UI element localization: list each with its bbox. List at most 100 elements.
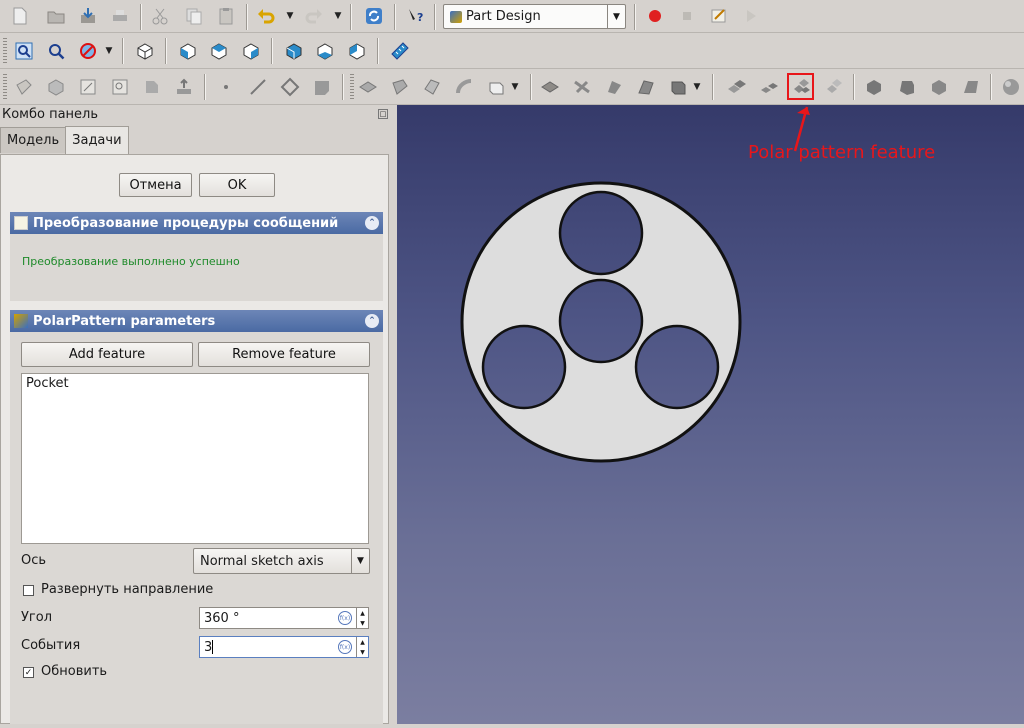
cancel-button[interactable]: Отмена <box>119 173 192 197</box>
tab-model[interactable]: Модель <box>0 127 67 153</box>
measure-icon[interactable] <box>388 39 412 63</box>
print-icon[interactable] <box>108 4 132 28</box>
bottom-view-icon[interactable] <box>313 39 337 63</box>
undock-icon[interactable]: □ <box>378 109 388 119</box>
additive-pipe-icon[interactable] <box>452 75 476 99</box>
cut-icon[interactable] <box>148 4 172 28</box>
separator <box>271 38 273 64</box>
add-feature-button[interactable]: Add feature <box>21 342 193 367</box>
reverse-checkbox[interactable] <box>23 585 34 596</box>
refresh-icon[interactable] <box>362 4 386 28</box>
open-icon[interactable] <box>44 4 68 28</box>
draw-style-icon[interactable] <box>76 39 100 63</box>
redo-icon[interactable] <box>302 4 326 28</box>
left-view-icon[interactable] <box>345 39 369 63</box>
occurrences-input[interactable]: 3 f(x) ▲ ▼ <box>199 636 369 658</box>
expression-icon[interactable]: f(x) <box>338 640 352 654</box>
macro-record-icon[interactable] <box>643 4 667 28</box>
list-item[interactable]: Pocket <box>26 376 69 391</box>
undo-dropdown-icon[interactable]: ▼ <box>285 4 295 28</box>
edit-sketch-icon[interactable] <box>108 75 132 99</box>
new-icon[interactable] <box>8 4 32 28</box>
separator <box>853 74 855 100</box>
primitive-dropdown-icon[interactable]: ▼ <box>510 75 520 99</box>
collapse-icon[interactable]: ⌃ <box>365 216 379 230</box>
remove-feature-button[interactable]: Remove feature <box>198 342 370 367</box>
groove-icon[interactable] <box>602 75 626 99</box>
datum-point-icon[interactable] <box>214 75 238 99</box>
polar-section-header[interactable]: PolarPattern parameters ⌃ <box>10 310 383 332</box>
feature-list[interactable]: Pocket <box>21 373 369 544</box>
fit-selection-icon[interactable] <box>44 39 68 63</box>
expression-icon[interactable]: f(x) <box>338 611 352 625</box>
combo-panel: Комбо панель □ Модель Задачи Отмена OK П… <box>0 105 396 724</box>
polar-section-title: PolarPattern parameters <box>33 313 216 329</box>
hole-icon[interactable] <box>570 75 594 99</box>
draw-style-dropdown-icon[interactable]: ▼ <box>104 39 114 63</box>
shape-binder-icon[interactable] <box>310 75 334 99</box>
subtractive-dropdown-icon[interactable]: ▼ <box>692 75 702 99</box>
rear-view-icon[interactable] <box>282 39 306 63</box>
linear-pattern-icon[interactable] <box>757 75 781 99</box>
draft-icon[interactable] <box>927 75 951 99</box>
additive-primitive-icon[interactable] <box>484 75 508 99</box>
paste-icon[interactable] <box>214 4 238 28</box>
pocket-icon[interactable] <box>538 75 562 99</box>
sphere-icon[interactable] <box>999 75 1023 99</box>
document-icon <box>14 216 28 230</box>
polar-pattern-icon[interactable] <box>787 73 814 100</box>
right-view-icon[interactable] <box>239 39 263 63</box>
chevron-down-icon[interactable]: ▼ <box>607 5 625 28</box>
undo-icon[interactable] <box>254 4 278 28</box>
map-sketch-icon[interactable] <box>140 75 164 99</box>
revolution-icon[interactable] <box>388 75 412 99</box>
copy-icon[interactable] <box>182 4 206 28</box>
macro-stop-icon[interactable] <box>675 4 699 28</box>
top-view-icon[interactable] <box>207 39 231 63</box>
subtractive-loft-icon[interactable] <box>634 75 658 99</box>
chamfer-icon[interactable] <box>895 75 919 99</box>
occurrences-label: События <box>21 638 81 653</box>
angle-input[interactable]: 360 ° f(x) ▲ ▼ <box>199 607 369 629</box>
separator <box>140 4 142 30</box>
ok-button[interactable]: OK <box>199 173 275 197</box>
thickness-icon[interactable] <box>959 75 983 99</box>
separator <box>712 74 714 100</box>
3d-viewport[interactable] <box>397 105 1024 724</box>
create-body-icon[interactable] <box>12 75 36 99</box>
workbench-label: Part Design <box>466 9 541 24</box>
fit-all-icon[interactable] <box>12 39 36 63</box>
occurrences-stepper[interactable]: ▲ ▼ <box>356 637 368 657</box>
tab-tasks[interactable]: Задачи <box>65 126 129 154</box>
conversion-message: Преобразование выполнено успешно <box>22 255 240 268</box>
create-sketch-icon[interactable] <box>76 75 100 99</box>
save-icon[interactable] <box>76 4 100 28</box>
datum-plane-icon[interactable] <box>278 75 302 99</box>
isometric-icon[interactable] <box>133 39 157 63</box>
axis-select[interactable]: Normal sketch axis ▼ <box>193 548 370 574</box>
toolbar-grip[interactable] <box>3 74 7 100</box>
subtractive-primitive-icon[interactable] <box>666 75 690 99</box>
conversion-section-header[interactable]: Преобразование процедуры сообщений ⌃ <box>10 212 383 234</box>
additive-loft-icon[interactable] <box>420 75 444 99</box>
toolbar-grip[interactable] <box>350 74 354 100</box>
fillet-icon[interactable] <box>862 75 886 99</box>
front-view-icon[interactable] <box>176 39 200 63</box>
macro-edit-icon[interactable] <box>707 4 731 28</box>
macro-run-icon[interactable] <box>739 4 763 28</box>
pad-icon[interactable] <box>356 75 380 99</box>
validate-sketch-icon[interactable] <box>172 75 196 99</box>
redo-dropdown-icon[interactable]: ▼ <box>333 4 343 28</box>
collapse-icon[interactable]: ⌃ <box>365 314 379 328</box>
mirrored-icon[interactable] <box>724 75 748 99</box>
angle-stepper[interactable]: ▲ ▼ <box>356 608 368 628</box>
multi-transform-icon[interactable] <box>822 75 846 99</box>
workbench-selector[interactable]: Part Design ▼ <box>443 4 626 29</box>
axis-value: Normal sketch axis <box>200 553 324 569</box>
chevron-down-icon[interactable]: ▼ <box>351 549 369 573</box>
datum-line-icon[interactable] <box>246 75 270 99</box>
update-checkbox[interactable]: ✓ <box>23 667 34 678</box>
whats-this-icon[interactable]: ? <box>404 4 428 28</box>
create-part-icon[interactable] <box>44 75 68 99</box>
toolbar-grip[interactable] <box>3 38 7 64</box>
